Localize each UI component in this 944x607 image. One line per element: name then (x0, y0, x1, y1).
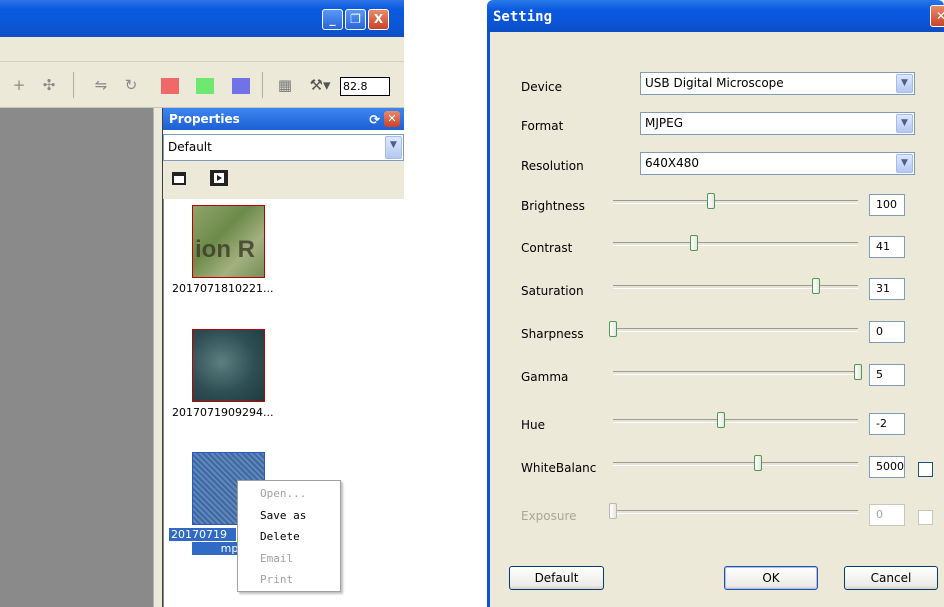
resolution-select[interactable]: 640X480 ▼ (640, 152, 915, 175)
crosshair-icon[interactable]: + (10, 76, 28, 94)
brightness-slider[interactable] (613, 193, 858, 209)
chevron-down-icon[interactable]: ▼ (385, 136, 402, 159)
menu-item-save-as[interactable]: Save as (260, 509, 306, 522)
minimize-button[interactable]: _ (322, 9, 343, 30)
sharpness-slider-thumb[interactable] (609, 321, 617, 337)
white-balance-slider-thumb[interactable] (753, 455, 762, 471)
device-select[interactable]: USB Digital Microscope ▼ (640, 72, 915, 95)
image-view-icon[interactable] (172, 172, 186, 185)
dialog-title-bar[interactable]: Setting (487, 0, 944, 32)
saturation-value[interactable]: 31 (869, 278, 905, 300)
device-select-value: USB Digital Microscope (645, 76, 784, 90)
resolution-label: Resolution (521, 159, 584, 173)
title-bar[interactable] (0, 0, 404, 37)
saturation-slider[interactable] (613, 278, 858, 294)
restore-button[interactable]: ❐ (345, 9, 366, 30)
gamma-slider[interactable] (613, 364, 862, 380)
thumbnail-caption-selected: 20170719 (169, 528, 236, 541)
blue-channel-button[interactable] (232, 78, 250, 94)
flip-icon[interactable]: ⇋ (92, 76, 110, 94)
setting-dialog: Setting ✕ Device USB Digital Microscope … (487, 0, 944, 607)
menu-item-delete[interactable]: Delete (260, 530, 300, 543)
exposure-label: Exposure (521, 509, 577, 523)
exposure-auto-checkbox[interactable] (918, 510, 933, 525)
contrast-label: Contrast (521, 241, 573, 255)
gamma-label: Gamma (521, 370, 569, 384)
menu-item-open[interactable]: Open... (260, 487, 306, 500)
contrast-value[interactable]: 41 (869, 236, 905, 258)
chevron-down-icon[interactable]: ▼ (896, 74, 913, 93)
format-label: Format (521, 119, 564, 133)
dialog-title: Setting (493, 9, 553, 25)
default-button[interactable]: Default (509, 566, 604, 590)
thumbnail-caption: 2017071810221... (172, 282, 274, 295)
toolbar-separator (262, 72, 263, 98)
gamma-value[interactable]: 5 (869, 364, 905, 386)
hue-label: Hue (521, 418, 546, 432)
grid-icon[interactable]: ▦ (276, 76, 294, 94)
white-balance-value[interactable]: 5000 (869, 456, 905, 478)
menu-bar (0, 37, 404, 62)
contrast-slider[interactable] (613, 235, 858, 251)
hue-value[interactable]: -2 (869, 413, 905, 435)
close-button[interactable]: X (368, 9, 389, 30)
toolbar: + ✣ ⇋ ↻ ▦ ⚒▾ 82.8 (0, 62, 404, 108)
thumbnail-caption: 2017071909294... (172, 406, 274, 419)
brightness-slider-thumb[interactable] (707, 193, 715, 209)
chevron-down-icon[interactable]: ▼ (896, 114, 913, 133)
zoom-input[interactable]: 82.8 (340, 77, 390, 96)
white-balance-auto-checkbox[interactable] (918, 462, 933, 477)
sharpness-value[interactable]: 0 (869, 321, 905, 343)
format-select[interactable]: MJPEG ▼ (640, 112, 915, 135)
brightness-label: Brightness (521, 199, 585, 213)
resolution-select-value: 640X480 (645, 156, 700, 170)
saturation-label: Saturation (521, 284, 584, 298)
red-channel-button[interactable] (161, 78, 179, 94)
pin-icon[interactable]: ⟳ (369, 110, 380, 132)
menu-item-email[interactable]: Email (260, 552, 293, 565)
exposure-slider-thumb[interactable] (609, 503, 617, 519)
dialog-body: Device USB Digital Microscope ▼ Format M… (487, 32, 944, 607)
white-balance-slider[interactable] (613, 455, 858, 471)
white-balance-label: WhiteBalanc (521, 461, 597, 475)
thumbnail-image[interactable]: ion R (192, 205, 265, 278)
rotate-icon[interactable]: ↻ (122, 76, 140, 94)
panel-splitter[interactable] (153, 108, 163, 607)
main-window: _ ❐ X + ✣ ⇋ ↻ ▦ ⚒▾ 82.8 Properties ⟳ ✕ D… (0, 0, 404, 607)
menu-item-print[interactable]: Print (260, 573, 293, 586)
properties-select-value: Default (168, 140, 212, 154)
measure-tool-icon[interactable]: ⚒▾ (306, 76, 334, 94)
video-view-icon[interactable] (210, 170, 228, 186)
image-canvas[interactable] (0, 108, 153, 607)
thumbnail-image[interactable] (192, 329, 265, 402)
toolbar-separator (73, 72, 74, 98)
sharpness-slider[interactable] (609, 321, 858, 337)
contrast-slider-thumb[interactable] (689, 235, 698, 251)
device-label: Device (521, 80, 563, 94)
ok-button[interactable]: OK (724, 566, 818, 590)
sharpness-label: Sharpness (521, 327, 584, 341)
green-channel-button[interactable] (196, 78, 214, 94)
hue-slider[interactable] (613, 412, 858, 428)
properties-panel-header: Properties ⟳ ✕ (163, 108, 404, 130)
panel-close-icon[interactable]: ✕ (384, 111, 400, 127)
brightness-value[interactable]: 100 (869, 194, 905, 216)
properties-title: Properties (169, 112, 240, 126)
gamma-slider-thumb[interactable] (854, 364, 862, 380)
chevron-down-icon[interactable]: ▼ (896, 154, 913, 173)
move-icon[interactable]: ✣ (40, 76, 58, 94)
exposure-value[interactable]: 0 (869, 504, 905, 526)
hue-slider-thumb[interactable] (716, 412, 725, 428)
context-menu: Open... Save as Delete Email Print (237, 480, 341, 592)
saturation-slider-thumb[interactable] (812, 278, 821, 294)
exposure-slider[interactable] (609, 503, 858, 519)
cancel-button[interactable]: Cancel (844, 566, 938, 590)
dialog-close-button[interactable]: ✕ (930, 5, 944, 27)
properties-select[interactable]: Default ▼ (163, 134, 404, 161)
format-select-value: MJPEG (645, 116, 684, 130)
properties-toolbar (163, 161, 404, 199)
